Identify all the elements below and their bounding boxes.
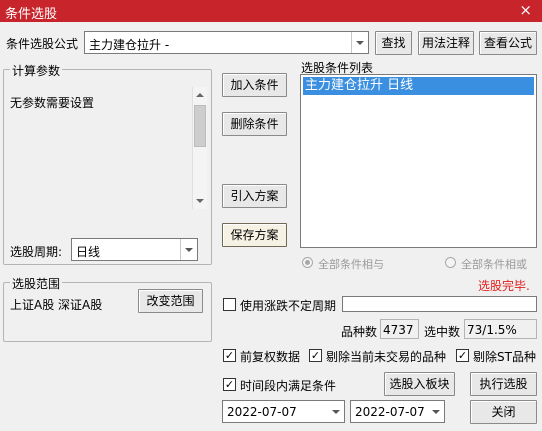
scope-value: 上证A股 深证A股 xyxy=(10,298,103,312)
change-scope-button[interactable]: 改变范围 xyxy=(138,289,203,313)
window-title: 条件选股 xyxy=(5,7,58,22)
adjust-label: 前复权数据 xyxy=(240,350,301,364)
or-radio[interactable] xyxy=(445,257,456,268)
add-to-block-button[interactable]: 选股入板块 xyxy=(384,372,455,396)
variable-period-input[interactable] xyxy=(342,296,537,312)
formula-select[interactable]: 主力建仓拉升 - xyxy=(84,31,369,54)
view-formula-button[interactable]: 查看公式 xyxy=(479,31,537,55)
end-date-picker[interactable]: 2022-07-07 xyxy=(350,400,445,423)
count-value: 4737 xyxy=(380,319,419,339)
params-scrollbar[interactable] xyxy=(192,87,207,209)
add-condition-button[interactable]: 加入条件 xyxy=(222,73,287,97)
scroll-down-icon[interactable] xyxy=(193,193,207,209)
chevron-down-icon[interactable] xyxy=(328,401,344,422)
time-range-checkbox[interactable]: ✓ xyxy=(223,378,236,391)
exclude-untraded-label: 剔除当前未交易的品种 xyxy=(326,350,447,364)
close-icon[interactable]: × xyxy=(519,1,532,19)
close-button[interactable]: 关闭 xyxy=(470,400,537,424)
find-button[interactable]: 查找 xyxy=(375,31,412,55)
save-plan-button[interactable]: 保存方案 xyxy=(222,223,287,247)
or-radio-label: 全部条件相或 xyxy=(461,258,527,271)
and-radio[interactable] xyxy=(302,257,313,268)
period-select[interactable]: 日线 xyxy=(71,238,198,261)
adjust-checkbox[interactable]: ✓ xyxy=(223,349,236,362)
conditions-list[interactable]: 主力建仓拉升 日线 xyxy=(300,74,537,248)
chevron-down-icon[interactable] xyxy=(428,401,444,422)
import-plan-button[interactable]: 引入方案 xyxy=(222,184,287,208)
chevron-down-icon[interactable] xyxy=(351,32,368,53)
exclude-untraded-checkbox[interactable]: ✓ xyxy=(309,349,322,362)
scope-legend: 选股范围 xyxy=(10,275,63,292)
variable-period-checkbox[interactable] xyxy=(223,298,236,311)
end-date-value: 2022-07-07 xyxy=(355,405,425,419)
period-label: 选股周期: xyxy=(10,245,63,259)
variable-period-label: 使用涨跌不定周期 xyxy=(240,299,337,313)
params-text: 无参数需要设置 xyxy=(10,96,95,110)
delete-condition-button[interactable]: 删除条件 xyxy=(222,112,287,136)
and-radio-label: 全部条件相与 xyxy=(318,258,384,271)
count-label: 品种数 xyxy=(341,325,378,339)
run-selection-button[interactable]: 执行选股 xyxy=(470,372,537,396)
exclude-st-checkbox[interactable]: ✓ xyxy=(456,349,469,362)
title-bar: 条件选股 × xyxy=(0,0,542,22)
exclude-st-label: 剔除ST品种 xyxy=(473,350,536,364)
formula-label: 条件选股公式 xyxy=(6,37,79,51)
params-legend: 计算参数 xyxy=(10,62,63,79)
formula-value: 主力建仓拉升 - xyxy=(89,38,170,52)
start-date-value: 2022-07-07 xyxy=(227,405,297,419)
scroll-thumb[interactable] xyxy=(194,105,206,147)
selected-value: 73/1.5% xyxy=(464,319,537,339)
time-range-label: 时间段内满足条件 xyxy=(240,379,337,393)
start-date-picker[interactable]: 2022-07-07 xyxy=(222,400,345,423)
list-item[interactable]: 主力建仓拉升 日线 xyxy=(303,77,534,95)
chevron-down-icon[interactable] xyxy=(180,239,197,260)
usage-notes-button[interactable]: 用法注释 xyxy=(418,31,474,55)
period-value: 日线 xyxy=(76,245,101,259)
selected-label: 选中数 xyxy=(424,325,461,339)
scroll-up-icon[interactable] xyxy=(193,87,207,103)
status-text: 选股完毕. xyxy=(478,279,530,293)
